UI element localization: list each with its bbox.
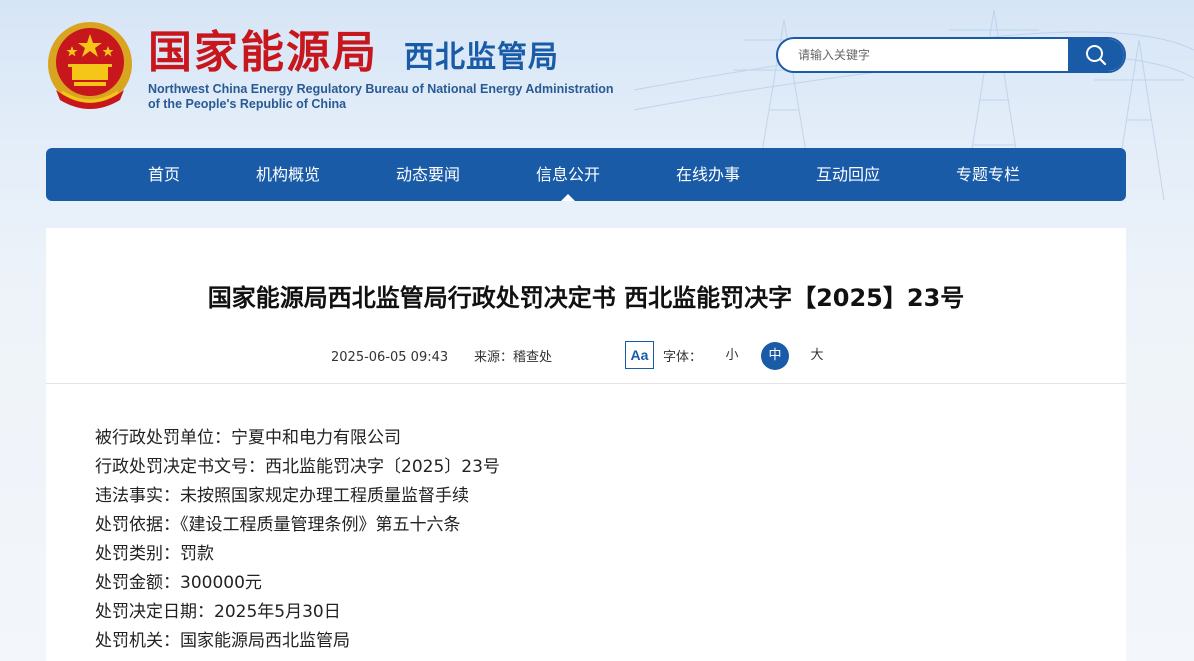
article-line-penalty-amount: 处罚金额：300000元 [95,573,262,593]
font-size-label: 字体： [663,350,703,365]
nav-item-news[interactable]: 动态要闻 [378,148,478,201]
font-size-small-button[interactable]: 小 [718,342,746,370]
active-caret-icon [561,194,575,201]
article-body: 被行政处罚单位：宁夏中和电力有限公司 行政处罚决定书文号：西北监能罚决字〔202… [95,424,500,656]
search-box [776,37,1126,73]
search-button[interactable] [1068,39,1124,71]
article-line-penalty-type: 处罚类别：罚款 [95,544,214,564]
article-line-decision-date: 处罚决定日期：2025年5月30日 [95,602,341,622]
nav-item-info-disclosure-label: 信息公开 [535,165,600,184]
brand-title: 国家能源局 [148,27,378,78]
article-source: 来源：稽查处 [474,350,553,365]
article-line-legal-basis: 处罚依据：《建设工程质量管理条例》第五十六条 [95,515,461,535]
article-container: 国家能源局西北监管局行政处罚决定书 西北监能罚决字【2025】23号 2025-… [46,228,1126,661]
nav-item-info-disclosure[interactable]: 信息公开 [518,148,618,201]
font-size-medium-button[interactable]: 中 [761,342,789,370]
font-size-large-button[interactable]: 大 [803,342,831,370]
nav-item-interaction[interactable]: 互动回应 [798,148,898,201]
national-emblem-icon [46,20,134,112]
article-line-authority: 处罚机关：国家能源局西北监管局 [95,631,350,651]
font-size-icon: Aa [625,341,654,369]
brand-subtitle: 西北监管局 [404,40,559,75]
title-divider [46,383,1126,384]
nav-item-online-services[interactable]: 在线办事 [658,148,758,201]
search-icon [1086,45,1107,66]
brand-english-line2: of the People's Republic of China [148,97,347,111]
brand-english-name: Northwest China Energy Regulatory Bureau… [148,82,614,112]
main-navigation: 首页 机构概览 动态要闻 信息公开 在线办事 互动回应 专题专栏 [46,148,1126,201]
search-input[interactable] [778,39,1068,71]
nav-item-special-topics[interactable]: 专题专栏 [938,148,1038,201]
nav-item-home[interactable]: 首页 [114,148,214,201]
brand-english-line1: Northwest China Energy Regulatory Bureau… [148,82,614,96]
nav-item-organization[interactable]: 机构概览 [238,148,338,201]
article-date: 2025-06-05 09:43 [331,350,449,365]
article-line-penalized-unit: 被行政处罚单位：宁夏中和电力有限公司 [95,428,401,448]
article-line-violation-facts: 违法事实：未按照国家规定办理工程质量监督手续 [95,486,469,506]
article-title: 国家能源局西北监管局行政处罚决定书 西北监能罚决字【2025】23号 [207,284,965,312]
article-line-decision-number: 行政处罚决定书文号：西北监能罚决字〔2025〕23号 [95,457,500,477]
site-header: 国家能源局 西北监管局 Northwest China Energy Regul… [0,0,1194,140]
